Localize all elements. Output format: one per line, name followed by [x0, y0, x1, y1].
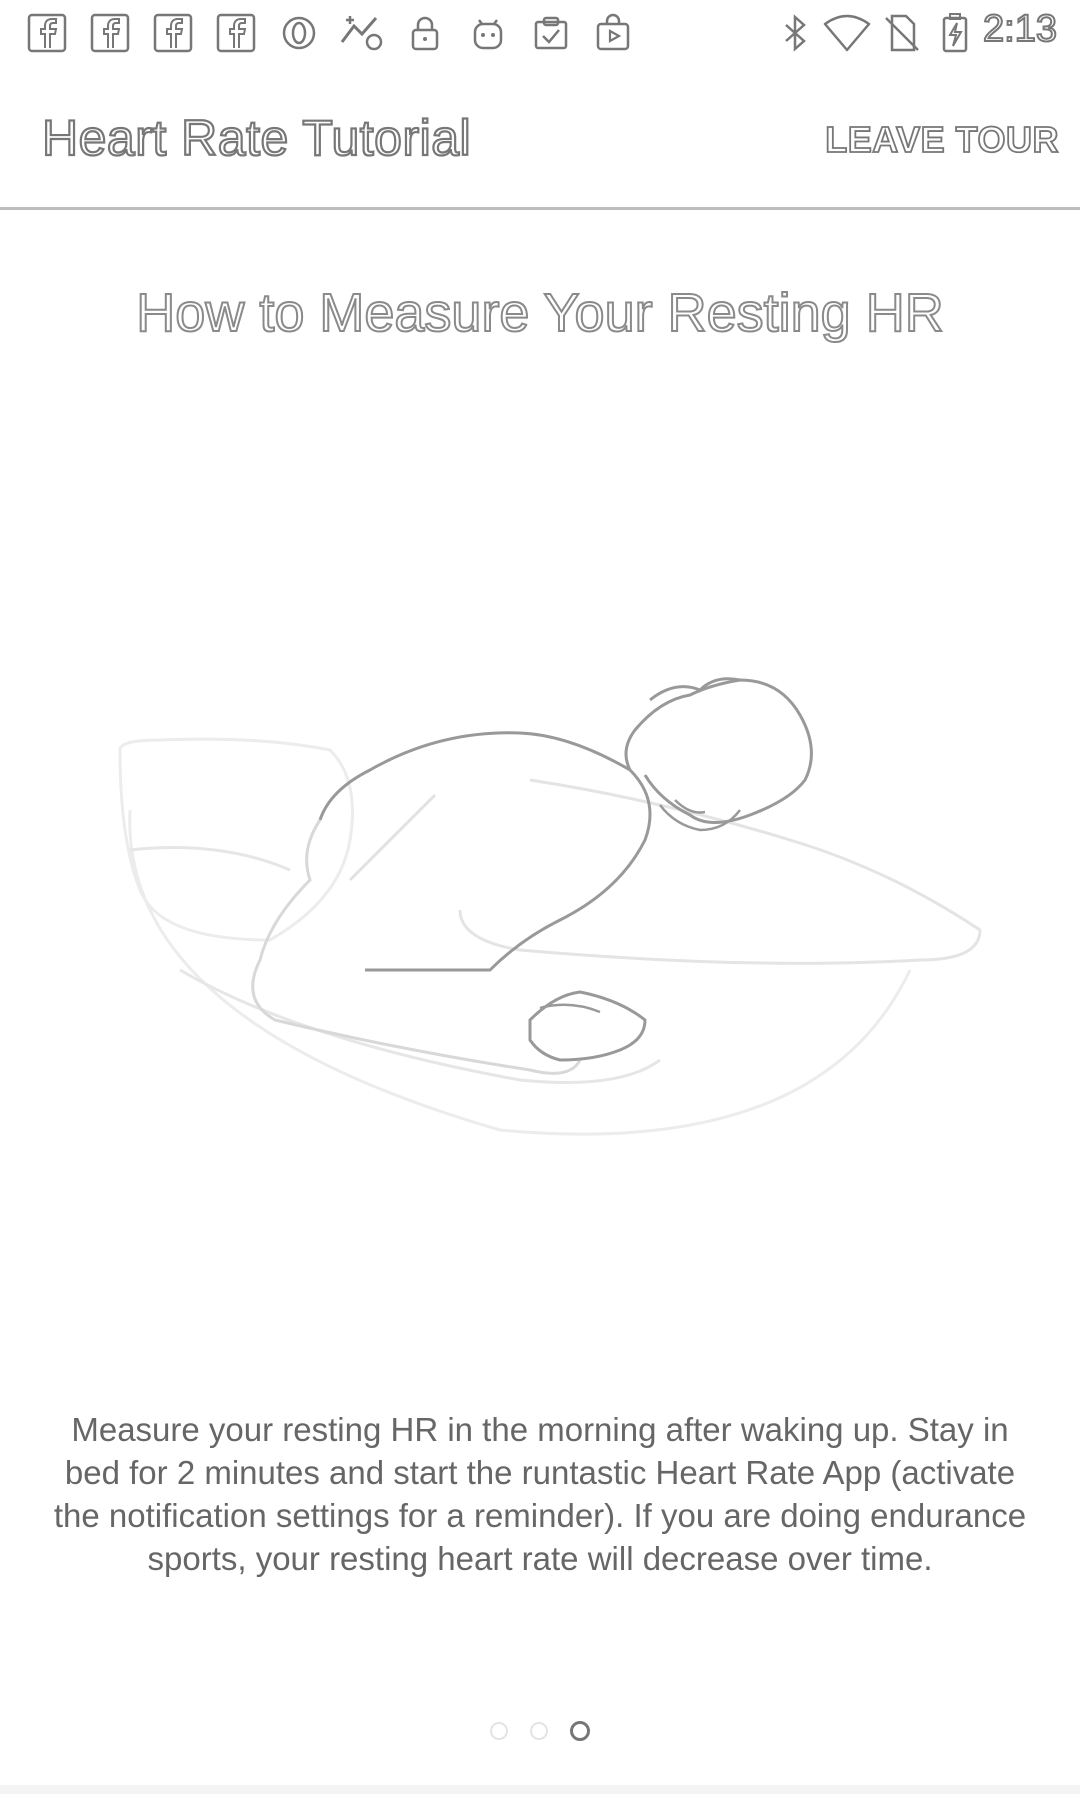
- leave-tour-button[interactable]: LEAVE TOUR: [824, 118, 1059, 161]
- facebook-icon: [215, 12, 257, 54]
- lock-icon: [404, 12, 446, 54]
- opera-icon: [278, 12, 320, 54]
- clock-time: 2:13: [982, 7, 1058, 51]
- page-indicator-dot[interactable]: [530, 1722, 548, 1740]
- status-bar: 2:13: [0, 0, 1080, 65]
- page-indicator-dot[interactable]: [490, 1722, 508, 1740]
- android-icon: [467, 12, 509, 54]
- play-store-icon: [592, 12, 634, 54]
- bottom-edge: [0, 1785, 1080, 1794]
- bluetooth-icon: [774, 12, 816, 54]
- facebook-icon: [26, 12, 68, 54]
- no-sim-icon: [880, 12, 922, 54]
- facebook-icon: [152, 12, 194, 54]
- fake-gps-icon: [336, 12, 388, 54]
- person-sleeping-in-bed-illustration: [100, 640, 1000, 1160]
- page-indicator: [0, 1718, 1080, 1744]
- wifi-icon: [822, 12, 872, 54]
- app-bar: Heart Rate Tutorial LEAVE TOUR: [0, 63, 1080, 210]
- battery-charging-icon: [934, 12, 976, 54]
- tutorial-description: Measure your resting HR in the morning a…: [53, 1411, 1027, 1577]
- page-indicator-dot-active[interactable]: [570, 1721, 590, 1741]
- clipboard-check-icon: [530, 12, 572, 54]
- page-title: How to Measure Your Resting HR: [135, 282, 944, 344]
- app-bar-title: Heart Rate Tutorial: [41, 109, 472, 167]
- facebook-icon: [89, 12, 131, 54]
